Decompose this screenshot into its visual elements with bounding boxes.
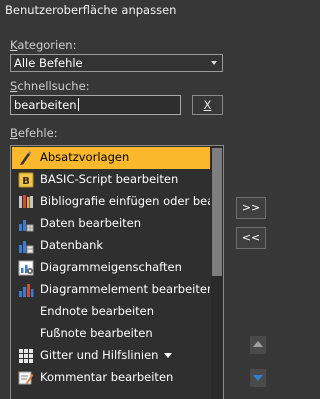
quicksearch-value: bearbeiten: [14, 98, 77, 112]
dialog-title: Benutzeroberfläche anpassen: [5, 3, 177, 17]
quicksearch-label: Schnellsuche:: [10, 79, 90, 93]
list-item-diagrammelement[interactable]: Diagrammelement bearbeiten: [12, 279, 210, 301]
commands-label: Befehle:: [10, 126, 58, 140]
list-item-label: Gitter und Hilfslinien: [40, 348, 159, 362]
list-item-label: BASIC-Script bearbeiten: [40, 172, 179, 186]
customize-dialog: Benutzeroberfläche anpassen Kategorien: …: [0, 0, 266, 399]
arrow-up-icon: [253, 341, 263, 347]
list-item-kommentar[interactable]: Kommentar bearbeiten: [12, 367, 210, 389]
list-item-label: Daten bearbeiten: [40, 216, 142, 230]
quicksearch-label-rest: chnellsuche:: [17, 79, 90, 93]
list-item-label: Datenbank: [40, 238, 104, 252]
basic-script-icon: B: [18, 172, 34, 188]
add-command-button[interactable]: >>: [236, 197, 266, 219]
list-item-absatzvorlagen[interactable]: Absatzvorlagen: [12, 147, 210, 169]
list-item-gitter[interactable]: Gitter und Hilfslinien: [12, 345, 210, 367]
chevron-down-icon: [211, 61, 217, 65]
list-item-fussnote[interactable]: Fußnote bearbeiten: [12, 323, 210, 345]
clear-search-button[interactable]: X: [192, 95, 223, 115]
chart-properties-icon: [18, 260, 34, 276]
categories-selected: Alle Befehle: [14, 56, 83, 70]
list-item-bibliografie[interactable]: Bibliografie einfügen oder bearbeiten: [12, 191, 210, 213]
scrollbar-thumb[interactable]: [212, 148, 222, 276]
list-item-label: Fußnote bearbeiten: [40, 326, 153, 340]
commands-label-key: B: [10, 126, 18, 140]
remove-command-button[interactable]: <<: [236, 227, 266, 249]
database-icon: [18, 238, 34, 254]
list-item-label: Diagrammelement bearbeiten: [40, 282, 210, 296]
arrow-down-icon: [253, 375, 263, 381]
svg-text:B: B: [22, 176, 30, 187]
categories-label-rest: ategorien:: [17, 38, 77, 52]
move-up-button[interactable]: [250, 336, 266, 354]
text-caret: [77, 98, 79, 111]
list-item-endnote[interactable]: Endnote bearbeiten: [12, 301, 210, 323]
list-item-label: Endnote bearbeiten: [40, 304, 155, 318]
commands-scrollbar[interactable]: [211, 146, 223, 399]
list-item-diagrammeigenschaften[interactable]: Diagrammeigenschaften: [12, 257, 210, 279]
categories-dropdown[interactable]: Alle Befehle: [10, 54, 223, 72]
chart-data-icon: [18, 216, 34, 232]
list-item-label: Kommentar bearbeiten: [40, 370, 174, 384]
bibliography-icon: [18, 194, 34, 210]
commands-label-rest: efehle:: [17, 126, 58, 140]
commands-list[interactable]: Absatzvorlagen B BASIC-Script bearbeiten: [10, 145, 224, 399]
list-item-label: Diagrammeigenschaften: [40, 260, 182, 274]
paragraph-styles-icon: [18, 150, 34, 166]
list-item-label: Absatzvorlagen: [40, 150, 130, 164]
list-item-daten-bearbeiten[interactable]: Daten bearbeiten: [12, 213, 210, 235]
chart-element-icon: [18, 282, 34, 298]
grid-icon: [18, 348, 34, 364]
categories-label: Kategorien:: [10, 38, 76, 52]
list-item-label: Bibliografie einfügen oder bearbeiten: [40, 194, 210, 208]
move-down-button[interactable]: [250, 369, 266, 387]
submenu-arrow-icon: [164, 353, 173, 358]
list-item-datenbank[interactable]: Datenbank: [12, 235, 210, 257]
list-item-basic-script[interactable]: B BASIC-Script bearbeiten: [12, 169, 210, 191]
quicksearch-input[interactable]: bearbeiten: [10, 95, 181, 115]
comment-icon: [18, 370, 34, 386]
